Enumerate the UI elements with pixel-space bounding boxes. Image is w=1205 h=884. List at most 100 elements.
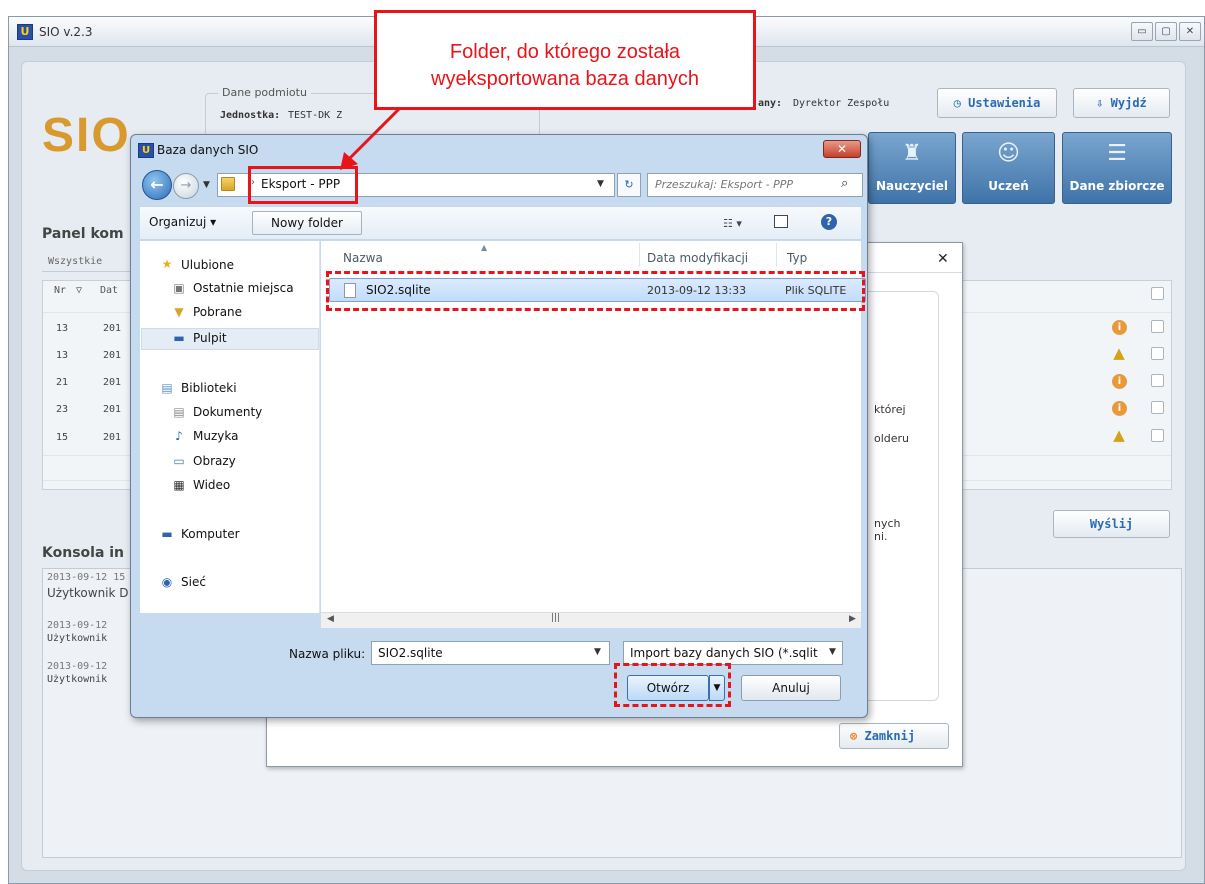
exit-icon: ⇩ [1096, 96, 1111, 110]
column-name[interactable]: Nazwa [343, 251, 383, 265]
refresh-button[interactable]: ↻ [617, 173, 641, 197]
column-date[interactable]: Data modyfikacji [647, 251, 748, 265]
file-row-highlight-box [326, 271, 865, 311]
maximize-button[interactable]: ▢ [1155, 22, 1177, 41]
video-icon: ▦ [173, 478, 185, 492]
filter-icon[interactable]: ▽ [76, 285, 82, 296]
cancel-button[interactable]: Anuluj [741, 675, 841, 701]
path-highlight-box [248, 166, 358, 204]
preview-pane-icon[interactable] [774, 215, 788, 228]
nav-desktop[interactable]: Pulpit [193, 331, 227, 345]
nav-libraries[interactable]: Biblioteki [181, 381, 237, 395]
nav-network[interactable]: Sieć [181, 575, 206, 589]
close-window-button[interactable]: ✕ [1179, 22, 1201, 41]
nav-music[interactable]: Muzyka [193, 429, 238, 443]
settings-button[interactable]: ◷ Ustawienia [937, 88, 1057, 118]
sio-logo: SIO [42, 109, 131, 162]
close-label: Zamknij [864, 729, 916, 743]
tab-all[interactable]: Wszystkie [48, 256, 102, 267]
row-checkbox[interactable] [1151, 347, 1164, 360]
module-summary-label: Dane zbiorcze [1069, 179, 1165, 193]
nav-documents[interactable]: Dokumenty [193, 405, 262, 419]
app-icon: U [17, 24, 33, 40]
row-nr: 15 [56, 432, 69, 443]
scroll-left-icon[interactable]: ◀ [327, 614, 334, 624]
annotation-arrow [340, 106, 402, 170]
module-student[interactable]: ☺ Uczeń [962, 132, 1055, 204]
filename-dropdown-icon[interactable]: ▼ [594, 647, 601, 657]
row-date: 201 [103, 323, 122, 334]
scroll-right-icon[interactable]: ▶ [849, 614, 856, 624]
nav-pictures[interactable]: Obrazy [193, 454, 236, 468]
nav-computer[interactable]: Komputer [181, 527, 240, 541]
row-date: 201 [103, 404, 122, 415]
dialog-title: Baza danych SIO [157, 143, 259, 157]
teacher-icon: ♜ [902, 141, 922, 166]
nav-favorites[interactable]: Ulubione [181, 258, 234, 272]
horizontal-scrollbar[interactable] [321, 612, 861, 628]
new-folder-button[interactable]: Nowy folder [252, 211, 362, 235]
entity-label: Jednostka: [220, 110, 281, 121]
module-teacher[interactable]: ♜ Nauczyciel [868, 132, 956, 204]
app-title: SIO v.2.3 [39, 25, 93, 39]
col-date[interactable]: Dat [100, 285, 118, 296]
import-dialog-content [867, 291, 939, 701]
database-icon: ☰ [1107, 141, 1127, 166]
exit-button[interactable]: ⇩ Wyjdź [1073, 88, 1170, 118]
row-date: 201 [103, 377, 122, 388]
pictures-icon: ▭ [173, 454, 185, 468]
module-summary[interactable]: ☰ Dane zbiorcze [1062, 132, 1172, 204]
dialog-text: której [874, 403, 906, 416]
module-student-label: Uczeń [988, 179, 1029, 193]
log-message: Użytkownik D [47, 586, 129, 600]
filename-input[interactable]: SIO2.sqlite [371, 641, 610, 665]
warning-icon: ▲ [1113, 344, 1125, 362]
row-checkbox[interactable] [1151, 429, 1164, 442]
recent-places-icon: ▣ [173, 281, 185, 295]
address-dropdown-icon[interactable]: ▼ [597, 179, 604, 189]
network-icon: ◉ [161, 575, 173, 589]
filename-label: Nazwa pliku: [289, 647, 366, 661]
file-type-filter[interactable]: Import bazy danych SIO (*.sqlit [623, 641, 843, 665]
annotation-line-2: wyeksportowana baza danych [431, 68, 699, 90]
send-button[interactable]: Wyślij [1053, 510, 1170, 538]
search-icon[interactable]: ⌕ [841, 176, 848, 191]
panel-title: Panel kom [42, 226, 124, 242]
row-checkbox[interactable] [1151, 401, 1164, 414]
select-all-checkbox[interactable] [1151, 287, 1164, 300]
forward-button[interactable]: → [173, 173, 199, 199]
row-date: 201 [103, 350, 122, 361]
history-dropdown-icon[interactable]: ▼ [203, 180, 210, 190]
close-icon[interactable]: ✕ [937, 251, 949, 267]
view-options-icon[interactable]: ☷ ▾ [723, 217, 742, 230]
clock-icon: ◷ [953, 96, 969, 110]
close-button[interactable]: ⊗ Zamknij [839, 723, 949, 749]
nav-video[interactable]: Wideo [193, 478, 230, 492]
back-button[interactable]: ← [142, 170, 172, 200]
organize-menu[interactable]: Organizuj ▾ [149, 215, 216, 229]
log-message: Użytkownik [47, 633, 108, 644]
dialog-toolbar [140, 206, 861, 240]
warning-icon: ▲ [1113, 426, 1125, 444]
nav-downloads[interactable]: Pobrane [193, 305, 242, 319]
row-checkbox[interactable] [1151, 374, 1164, 387]
nav-recent[interactable]: Ostatnie miejsca [193, 281, 294, 295]
dialog-app-icon: U [138, 143, 154, 158]
downloads-icon: ▼ [174, 305, 184, 319]
column-divider[interactable] [639, 243, 640, 267]
scroll-thumb-grip-icon[interactable]: ||| [551, 613, 560, 623]
column-divider[interactable] [776, 243, 777, 267]
minimize-button[interactable]: ▭ [1131, 22, 1153, 41]
music-icon: ♪ [175, 429, 183, 443]
row-nr: 23 [56, 404, 69, 415]
computer-icon: ▬ [161, 527, 173, 541]
help-icon[interactable]: ? [821, 214, 837, 230]
navigation-pane [140, 241, 320, 613]
search-placeholder: Przeszukaj: Eksport - PPP [655, 178, 794, 191]
row-checkbox[interactable] [1151, 320, 1164, 333]
column-type[interactable]: Typ [787, 251, 807, 265]
annotation-callout: Folder, do którego została wyeksportowan… [374, 10, 756, 110]
dialog-close-button[interactable]: ✕ [823, 140, 861, 158]
filter-dropdown-icon[interactable]: ▼ [829, 647, 836, 657]
col-nr[interactable]: Nr [54, 285, 66, 296]
